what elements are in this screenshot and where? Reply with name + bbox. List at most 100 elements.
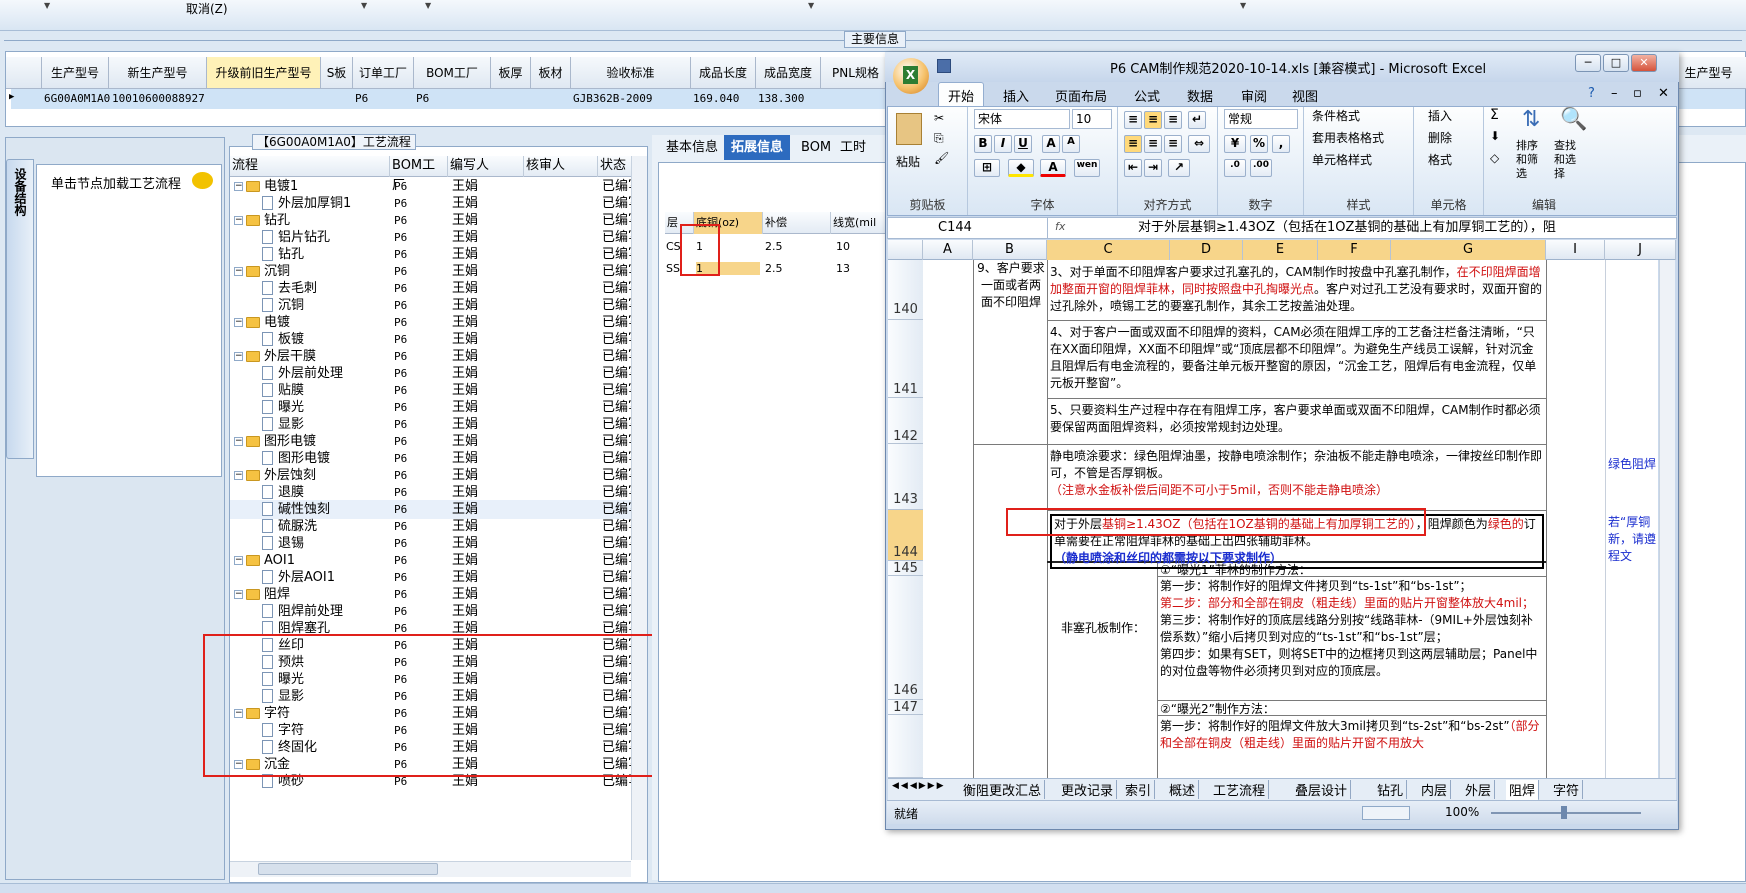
- sheet-tab[interactable]: 概述: [1166, 780, 1200, 799]
- sheet-tab[interactable]: 更改记录: [1058, 780, 1118, 799]
- save-icon[interactable]: [937, 59, 951, 73]
- wrap-text-icon[interactable]: ↵: [1188, 111, 1206, 129]
- sheet-tab[interactable]: 字符: [1550, 780, 1584, 799]
- grid-cell[interactable]: 10: [836, 240, 850, 253]
- row-header[interactable]: 141: [888, 320, 923, 398]
- increase-indent-icon[interactable]: ⇥: [1144, 159, 1162, 177]
- cell-new-prod-no[interactable]: 10010600088927: [112, 92, 205, 105]
- bold-icon[interactable]: B: [974, 135, 992, 153]
- align-left-icon[interactable]: ≡: [1124, 135, 1142, 153]
- row-header[interactable]: [888, 715, 923, 778]
- view-buttons-icon[interactable]: [1362, 806, 1410, 820]
- grid-cell[interactable]: SS: [666, 262, 680, 275]
- tab-bom[interactable]: BOM: [794, 135, 838, 160]
- dropdown-arrow-icon[interactable]: ▼: [1240, 1, 1246, 10]
- sort-filter-icon[interactable]: ⇅: [1522, 107, 1540, 132]
- fill-icon[interactable]: ⬇: [1490, 129, 1500, 143]
- font-color-icon[interactable]: A: [1040, 159, 1066, 177]
- tree-col-header[interactable]: 编写人: [448, 156, 524, 177]
- format-painter-icon[interactable]: 🖌: [934, 151, 949, 165]
- tree-scroll-thumb[interactable]: [258, 863, 438, 875]
- cut-icon[interactable]: ✂: [934, 111, 944, 125]
- name-box[interactable]: C144: [888, 218, 1048, 238]
- decrease-decimal-icon[interactable]: .00: [1250, 159, 1272, 177]
- grid-cell[interactable]: 2.5: [765, 240, 783, 253]
- excel-vertical-scrollbar[interactable]: [1659, 260, 1675, 778]
- fill-color-icon[interactable]: ◆: [1008, 159, 1034, 177]
- zoom-level[interactable]: 100%: [1445, 805, 1479, 819]
- column-header[interactable]: I: [1546, 240, 1605, 260]
- dropdown-arrow-icon[interactable]: ▼: [361, 1, 367, 10]
- column-header[interactable]: G: [1391, 240, 1546, 260]
- row-header[interactable]: 144: [888, 510, 923, 561]
- increase-decimal-icon[interactable]: .0: [1224, 159, 1246, 177]
- tree-col-header[interactable]: 核审人: [524, 156, 598, 177]
- grid-cell[interactable]: 13: [836, 262, 850, 275]
- collapse-icon[interactable]: −: [234, 267, 243, 276]
- cell-r147[interactable]: ②“曝光2”制作方法：: [1160, 701, 1544, 718]
- ribbon-restore-icon[interactable]: ▫: [1633, 86, 1642, 101]
- formula-input[interactable]: 对于外层基铜≥1.43OZ（包括在1OZ基铜的基础上有加厚铜工艺的），阻: [1138, 218, 1556, 238]
- collapse-icon[interactable]: −: [234, 556, 243, 565]
- tab-basic-info[interactable]: 基本信息: [659, 135, 725, 160]
- insert-button[interactable]: 插入: [1428, 107, 1452, 124]
- column-header[interactable]: J: [1605, 240, 1676, 260]
- font-name-select[interactable]: 宋体: [974, 109, 1070, 129]
- sheet-tab[interactable]: 内层: [1418, 780, 1452, 799]
- cell-style-button[interactable]: 单元格样式: [1312, 151, 1372, 168]
- row-header[interactable]: 145: [888, 561, 923, 576]
- col-header[interactable]: BOM工厂: [414, 57, 491, 89]
- grid-cell[interactable]: 2.5: [765, 262, 783, 275]
- tree-col-header[interactable]: 流程: [230, 156, 390, 177]
- close-button[interactable]: ✕: [1631, 54, 1657, 72]
- conditional-format-button[interactable]: 条件格式: [1312, 107, 1360, 124]
- dropdown-arrow-icon[interactable]: ▼: [44, 1, 50, 10]
- col-header[interactable]: 板厚: [491, 57, 531, 89]
- function-icon[interactable]: fx: [1055, 220, 1065, 233]
- cell-width[interactable]: 138.300: [758, 92, 804, 105]
- row-header[interactable]: 142: [888, 398, 923, 444]
- col-header[interactable]: 验收标准: [571, 57, 691, 89]
- format-button[interactable]: 格式: [1428, 151, 1452, 168]
- column-header[interactable]: C: [1047, 240, 1170, 260]
- collapse-icon[interactable]: −: [234, 318, 243, 327]
- column-header[interactable]: E: [1243, 240, 1318, 260]
- col-header[interactable]: 新生产型号: [109, 57, 207, 89]
- col-header[interactable]: 成品长度: [691, 57, 756, 89]
- comma-icon[interactable]: ,: [1272, 135, 1290, 153]
- select-all-corner[interactable]: [888, 240, 923, 260]
- column-header[interactable]: D: [1170, 240, 1243, 260]
- col-header[interactable]: PNL规格: [821, 57, 891, 89]
- col-header[interactable]: 成品宽度: [756, 57, 821, 89]
- ribbon-tab-data[interactable]: 数据: [1187, 86, 1213, 105]
- underline-icon[interactable]: U: [1014, 135, 1032, 153]
- sort-filter-button[interactable]: 排序和筛选: [1516, 139, 1546, 181]
- grid-col-header[interactable]: 补偿: [763, 212, 831, 234]
- sheet-tab-active[interactable]: 阻焊: [1506, 780, 1540, 801]
- dropdown-arrow-icon[interactable]: ▼: [425, 1, 431, 10]
- column-header[interactable]: F: [1318, 240, 1391, 260]
- cell-r148[interactable]: 第一步：将制作好的阻焊文件放大3mil拷贝到“ts-2st”和“bs-2st”（…: [1160, 718, 1544, 752]
- collapse-icon[interactable]: −: [234, 352, 243, 361]
- shrink-font-icon[interactable]: A: [1062, 135, 1080, 153]
- cell-b-label[interactable]: 9、客户要求一面或者两面不印阻焊: [976, 260, 1046, 311]
- col-header[interactable]: 生产型号: [42, 57, 109, 89]
- cell-c143[interactable]: 静电喷涂要求：绿色阻焊油墨，按静电喷涂制作；杂油板不能走静电喷涂，一律按丝印制作…: [1050, 448, 1544, 499]
- ribbon-tab-insert[interactable]: 插入: [1003, 86, 1029, 105]
- sheet-tab[interactable]: 外层: [1462, 780, 1496, 799]
- excel-title-bar[interactable]: P6 CAM制作规范2020-10-14.xls [兼容模式] - Micros…: [885, 52, 1679, 82]
- cell-order-factory[interactable]: P6: [355, 92, 368, 105]
- col-header[interactable]: 订单工厂: [353, 57, 414, 89]
- row-header[interactable]: 140: [888, 260, 923, 320]
- ribbon-close-icon[interactable]: ✕: [1658, 86, 1669, 101]
- cell-j144[interactable]: 若“厚铜新，请遵程文: [1608, 514, 1656, 565]
- italic-icon[interactable]: I: [994, 135, 1012, 153]
- ribbon-tab-view[interactable]: 视图: [1292, 86, 1318, 105]
- sheet-tab[interactable]: 衡阻更改汇总: [960, 780, 1046, 799]
- align-middle-icon[interactable]: ≡: [1144, 111, 1162, 129]
- cell-c142[interactable]: 5、只要资料生产过程中存在有阻焊工序，客户要求单面或双面不印阻焊，CAM制作时都…: [1050, 402, 1544, 436]
- currency-icon[interactable]: ¥: [1224, 135, 1246, 153]
- sheet-tab[interactable]: 工艺流程: [1210, 780, 1270, 799]
- table-format-button[interactable]: 套用表格格式: [1312, 129, 1384, 146]
- ribbon-tab-formula[interactable]: 公式: [1134, 86, 1160, 105]
